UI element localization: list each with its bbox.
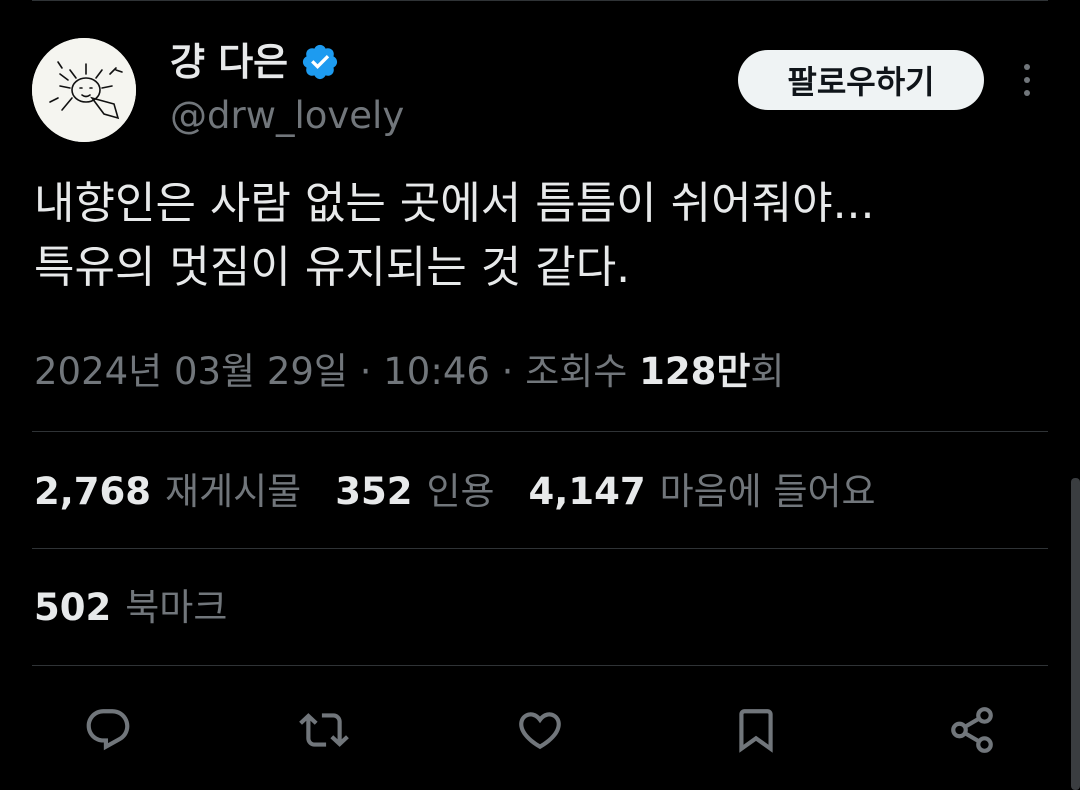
user-handle[interactable]: @drw_lovely: [170, 94, 404, 138]
display-name[interactable]: 걍 다은: [170, 40, 288, 84]
action-bar: [0, 700, 1080, 764]
avatar-drawing-icon: [32, 38, 136, 142]
bookmarks-stat[interactable]: 502 북마크: [34, 582, 227, 634]
likes-stat[interactable]: 4,147 마음에 들어요: [529, 466, 876, 518]
share-icon: [951, 707, 993, 753]
repost-button[interactable]: [294, 700, 354, 760]
follow-button[interactable]: 팔로우하기: [738, 50, 984, 110]
divider: [32, 665, 1048, 666]
reposts-label: 재게시물: [165, 470, 302, 513]
tweet-text-line: 특유의 멋짐이 유지되는 것 같다.: [34, 242, 631, 293]
verified-badge-icon: [303, 44, 338, 80]
tweet-meta: 2024년 03월 29일 · 10:46 · 조회수 128만회: [34, 346, 784, 398]
reposts-count: 2,768: [34, 470, 152, 513]
tweet-text: 내향인은 사람 없는 곳에서 틈틈이 쉬어줘야... 특유의 멋짐이 유지되는 …: [34, 172, 1044, 300]
avatar[interactable]: [32, 38, 136, 142]
tweet-date[interactable]: 2024년 03월 29일: [34, 350, 348, 393]
likes-label: 마음에 들어요: [659, 470, 876, 513]
reply-icon: [86, 709, 130, 751]
quotes-label: 인용: [426, 470, 495, 513]
views-label-pre: 조회수: [525, 350, 640, 393]
bookmark-icon: [739, 709, 773, 753]
heart-icon: [519, 712, 561, 750]
tweet-text-line: 내향인은 사람 없는 곳에서 틈틈이 쉬어줘야...: [34, 178, 875, 229]
name-row: 걍 다은: [170, 40, 340, 84]
meta-separator: ·: [347, 350, 384, 393]
share-button[interactable]: [942, 700, 1002, 760]
tweet-detail: 걍 다은 @drw_lovely 팔로우하기 내향인은 사람 없는 곳에서 틈틈…: [0, 0, 1080, 790]
views-count: 128만: [639, 350, 751, 393]
reposts-stat[interactable]: 2,768 재게시물: [34, 466, 301, 518]
like-button[interactable]: [510, 700, 570, 760]
meta-separator: ·: [489, 350, 526, 393]
divider: [32, 431, 1048, 432]
likes-count: 4,147: [528, 470, 646, 513]
views-label-post: 회: [750, 350, 785, 393]
engagement-stats: 2,768 재게시물 352 인용 4,147 마음에 들어요: [34, 466, 876, 518]
quotes-stat[interactable]: 352 인용: [335, 466, 494, 518]
reply-button[interactable]: [78, 700, 138, 760]
divider: [32, 548, 1048, 549]
bookmarks-count: 502: [34, 586, 112, 629]
bookmarks-label: 북마크: [125, 586, 228, 629]
top-divider: [32, 0, 1048, 1]
scrollbar[interactable]: [1071, 478, 1080, 790]
quotes-count: 352: [335, 470, 413, 513]
tweet-time[interactable]: 10:46: [383, 350, 490, 393]
more-vertical-icon[interactable]: [1010, 60, 1044, 100]
repost-icon: [299, 713, 349, 747]
bookmark-button[interactable]: [726, 700, 786, 760]
